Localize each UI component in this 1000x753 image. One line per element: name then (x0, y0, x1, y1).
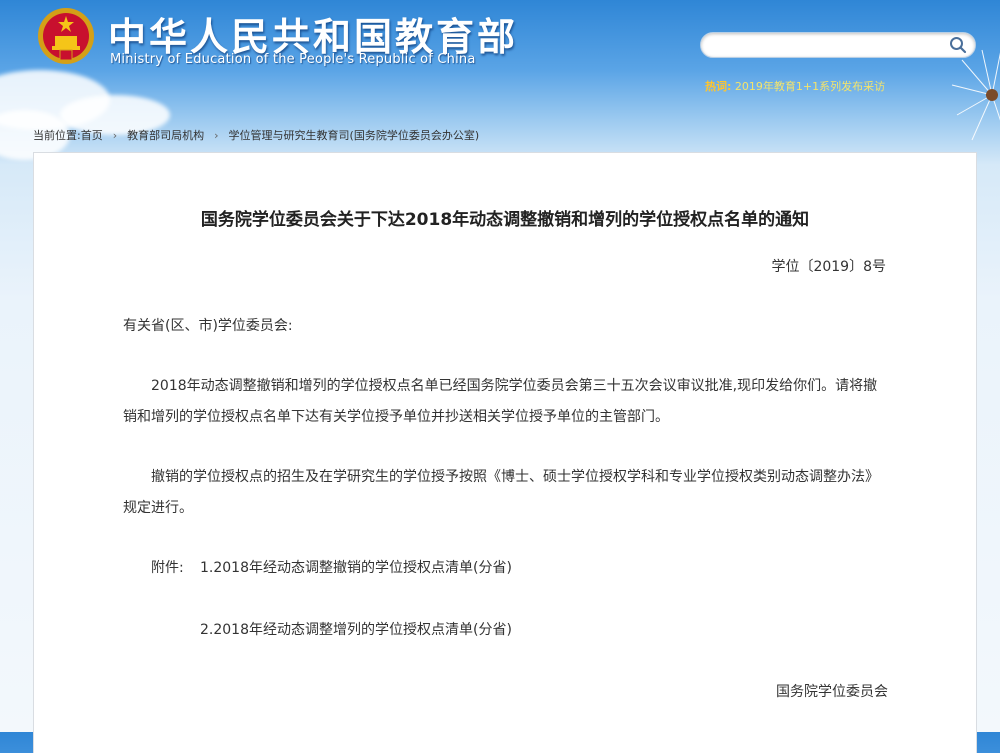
attachment-link-1[interactable]: 1.2018年经动态调整撤销的学位授权点清单(分省) (200, 557, 512, 577)
signer: 国务院学位委员会 (776, 684, 888, 700)
salutation: 有关省(区、市)学位委员会: (123, 318, 293, 334)
paragraph-2: 撤销的学位授权点的招生及在学研究生的学位授予按照《博士、硕士学位授权学科和专业学… (123, 469, 879, 516)
search-input[interactable] (713, 36, 947, 56)
hot-words-label: 热词: (705, 80, 732, 93)
site-subtitle: Ministry of Education of the People's Re… (110, 52, 476, 67)
document-number: 学位〔2019〕8号 (771, 259, 886, 275)
breadcrumb-prefix: 当前位置: (33, 129, 81, 142)
attachment-link-2[interactable]: 2.2018年经动态调整增列的学位授权点清单(分省) (200, 619, 512, 639)
breadcrumb-item-department[interactable]: 学位管理与研究生教育司(国务院学位委员会办公室) (229, 129, 480, 142)
hot-words: 热词: 2019年教育1+1系列发布采访 (705, 78, 885, 94)
breadcrumb-item-agencies[interactable]: 教育部司局机构 (127, 129, 204, 142)
article-panel: 国务院学位委员会关于下达2018年动态调整撤销和增列的学位授权点名单的通知 学位… (33, 152, 977, 753)
page-title: 国务院学位委员会关于下达2018年动态调整撤销和增列的学位授权点名单的通知 (200, 210, 810, 230)
attachment-label: 附件: (151, 560, 184, 576)
site-header: 中华人民共和国教育部 Ministry of Education of the … (0, 0, 1000, 160)
national-emblem-icon[interactable] (36, 6, 96, 66)
hot-words-link[interactable]: 2019年教育1+1系列发布采访 (735, 80, 885, 93)
breadcrumb: 当前位置:首页 › 教育部司局机构 › 学位管理与研究生教育司(国务院学位委员会办公室) (33, 127, 479, 143)
breadcrumb-separator: › (112, 129, 118, 142)
paragraph-1: 2018年动态调整撤销和增列的学位授权点名单已经国务院学位委员会第三十五次会议审… (123, 378, 878, 425)
breadcrumb-item-home[interactable]: 首页 (81, 129, 103, 142)
dandelion-decoration-icon (951, 49, 1000, 141)
search-box[interactable] (700, 32, 976, 58)
breadcrumb-separator: › (214, 129, 219, 142)
